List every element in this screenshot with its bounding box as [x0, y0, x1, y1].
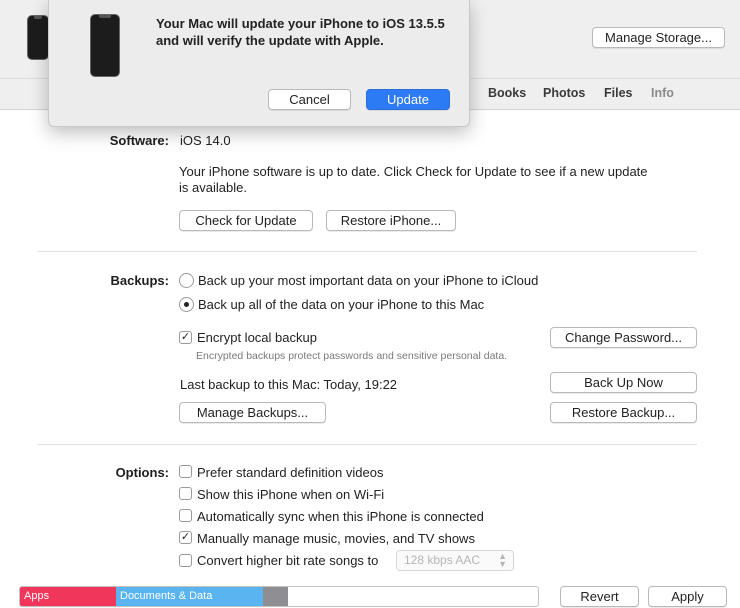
change-password-button[interactable]: Change Password...	[550, 327, 697, 348]
divider-software	[38, 251, 697, 252]
restore-backup-button[interactable]: Restore Backup...	[550, 402, 697, 423]
tab-photos[interactable]: Photos	[543, 86, 585, 100]
check-for-update-button[interactable]: Check for Update	[179, 210, 313, 231]
last-backup-text: Last backup to this Mac: Today, 19:22	[180, 377, 398, 392]
update-dialog: Your Mac will update your iPhone to iOS …	[48, 0, 470, 127]
tab-books[interactable]: Books	[488, 86, 526, 100]
software-label: Software:	[109, 133, 169, 148]
manage-storage-button[interactable]: Manage Storage...	[592, 27, 725, 48]
option-sd-video-label: Prefer standard definition videos	[197, 465, 384, 480]
encrypt-backup-note: Encrypted backups protect passwords and …	[196, 350, 508, 362]
restore-iphone-button[interactable]: Restore iPhone...	[326, 210, 456, 231]
option-auto-sync-label: Automatically sync when this iPhone is c…	[197, 509, 484, 524]
manage-backups-button[interactable]: Manage Backups...	[179, 402, 326, 423]
dialog-message: Your Mac will update your iPhone to iOS …	[156, 16, 445, 48]
backup-icloud-radio[interactable]	[179, 273, 194, 288]
options-label: Options:	[115, 465, 169, 480]
iphone-icon	[90, 14, 120, 77]
backup-mac-radio[interactable]	[179, 297, 194, 312]
option-sd-video-checkbox[interactable]	[179, 465, 192, 478]
bitrate-select[interactable]: 128 kbps AAC ▲ ▼	[396, 550, 514, 571]
iphone-icon	[27, 15, 49, 60]
storage-segment-other	[263, 587, 288, 606]
apply-button[interactable]: Apply	[648, 586, 727, 607]
storage-segment-apps: Apps	[20, 587, 116, 606]
encrypt-backup-label: Encrypt local backup	[197, 330, 317, 345]
cancel-button[interactable]: Cancel	[268, 89, 351, 110]
tab-files[interactable]: Files	[604, 86, 633, 100]
option-auto-sync-checkbox[interactable]	[179, 509, 192, 522]
option-wifi-label: Show this iPhone when on Wi-Fi	[197, 487, 385, 502]
software-status-line-1: Your iPhone software is up to date. Clic…	[179, 164, 648, 179]
option-manual-manage-label: Manually manage music, movies, and TV sh…	[197, 531, 475, 546]
software-version: iOS 14.0	[180, 133, 231, 148]
option-wifi-checkbox[interactable]	[179, 487, 192, 500]
back-up-now-button[interactable]: Back Up Now	[550, 372, 697, 393]
storage-segment-documents: Documents & Data	[116, 587, 263, 606]
option-manual-manage-checkbox[interactable]: ✓	[179, 531, 192, 544]
chevron-up-down-icon: ▲ ▼	[498, 551, 507, 569]
storage-bar: Apps Documents & Data	[19, 586, 539, 607]
encrypt-backup-checkbox[interactable]: ✓	[179, 331, 192, 344]
option-convert-bitrate-label: Convert higher bit rate songs to	[197, 553, 379, 568]
option-convert-bitrate-checkbox[interactable]	[179, 554, 192, 567]
backups-label: Backups:	[110, 273, 169, 288]
tab-info[interactable]: Info	[651, 86, 674, 100]
backup-mac-label: Back up all of the data on your iPhone t…	[198, 297, 485, 312]
divider-backups	[38, 444, 697, 445]
bitrate-select-value: 128 kbps AAC	[404, 553, 481, 567]
update-button[interactable]: Update	[366, 89, 450, 110]
revert-button[interactable]: Revert	[560, 586, 639, 607]
software-status-line-2: is available.	[179, 180, 247, 195]
backup-icloud-label: Back up your most important data on your…	[198, 273, 539, 288]
